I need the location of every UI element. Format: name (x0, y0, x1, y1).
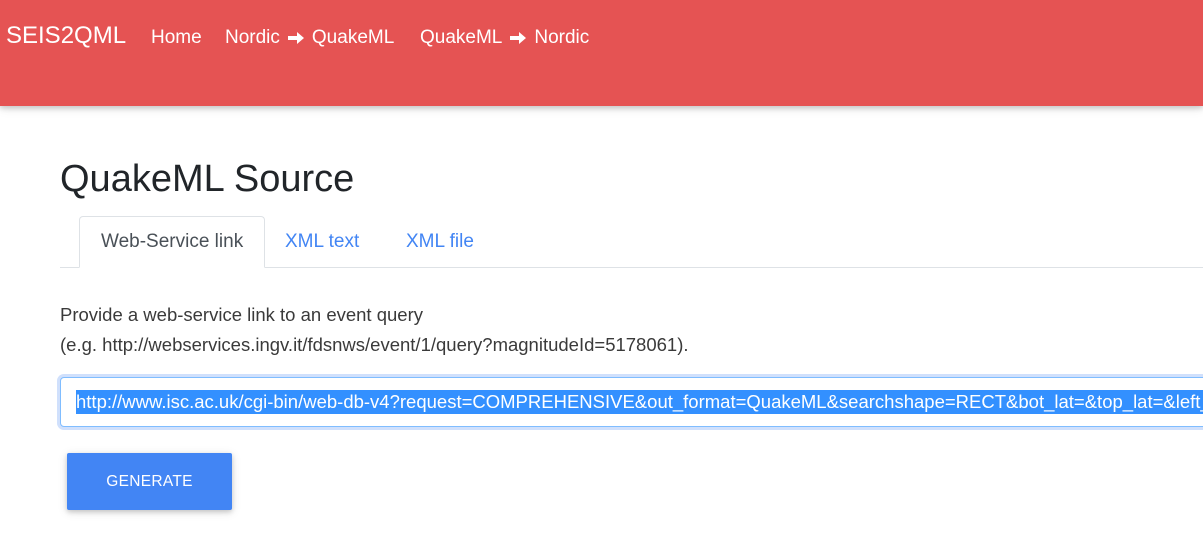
arrow-right-icon (510, 32, 527, 44)
web-service-url-input[interactable]: http://www.isc.ac.uk/cgi-bin/web-db-v4?r… (60, 377, 1203, 427)
arrow-right-icon (287, 32, 304, 44)
page-title: QuakeML Source (60, 158, 355, 200)
description-line-2: (e.g. http://webservices.ingv.it/fdsnws/… (60, 334, 689, 355)
nav-label-to: QuakeML (311, 27, 395, 48)
generate-button[interactable]: GENERATE (67, 453, 232, 510)
nav-home[interactable]: Home (151, 27, 202, 49)
description-line-1: Provide a web-service link to an event q… (60, 304, 423, 325)
source-tabs: Web-Service link XML text XML file (60, 216, 1203, 268)
nav-quakeml-to-nordic[interactable]: QuakeML Nordic (420, 27, 589, 49)
nav-label-from: QuakeML (420, 27, 503, 48)
tab-web-service-link[interactable]: Web-Service link (79, 216, 266, 268)
nav-nordic-to-quakeml[interactable]: Nordic QuakeML (225, 27, 394, 49)
tab-xml-file[interactable]: XML file (385, 216, 495, 268)
input-description: Provide a web-service link to an event q… (60, 300, 689, 360)
nav-home-label: Home (151, 27, 202, 48)
tab-xml-text[interactable]: XML text (264, 216, 380, 268)
url-input-value[interactable]: http://www.isc.ac.uk/cgi-bin/web-db-v4?r… (76, 390, 1203, 414)
nav-label-to: Nordic (534, 27, 590, 48)
brand-logo[interactable]: SEIS2QML (6, 22, 126, 50)
top-navbar: SEIS2QML Home Nordic QuakeML QuakeML Nor… (0, 0, 1203, 106)
nav-label-from: Nordic (225, 27, 280, 48)
